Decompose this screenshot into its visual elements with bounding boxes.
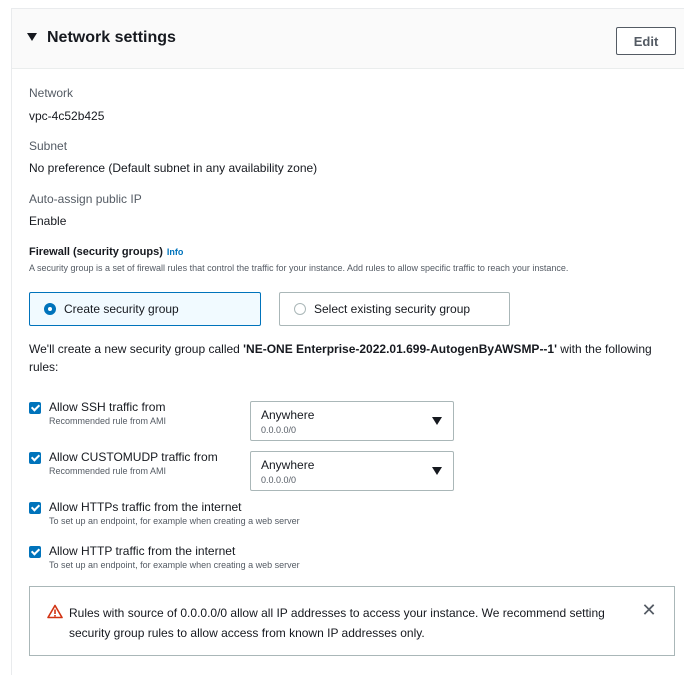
ssh-source-select[interactable]: Anywhere 0.0.0.0/0 (250, 401, 454, 441)
rule-label: Allow HTTPs traffic from the internet (49, 500, 242, 514)
firewall-title: Firewall (security groups) (29, 246, 163, 258)
security-group-name: 'NE-ONE Enterprise-2022.01.699-AutogenBy… (243, 342, 557, 356)
caret-down-icon[interactable] (27, 33, 37, 41)
select-value: Anywhere (261, 458, 315, 472)
create-text-prefix: We'll create a new security group called (29, 342, 244, 356)
warning-icon (47, 604, 63, 624)
https-checkbox[interactable] (29, 502, 41, 514)
alert-text: Rules with source of 0.0.0.0/0 allow all… (69, 606, 605, 640)
close-icon[interactable]: ✕ (640, 601, 658, 619)
security-group-create-text: We'll create a new security group called… (29, 340, 669, 376)
radio-unselected[interactable] (294, 303, 306, 315)
create-security-group-option[interactable]: Create security group (29, 292, 261, 326)
network-settings-panel: Network settings Edit Network vpc-4c52b4… (11, 8, 684, 675)
firewall-heading: Firewall (security groups) Info (29, 246, 183, 258)
subnet-value: No preference (Default subnet in any ava… (29, 161, 318, 175)
panel-header[interactable]: Network settings Edit (12, 9, 684, 69)
create-security-group-label: Create security group (64, 302, 179, 316)
caret-down-icon (432, 467, 442, 475)
rule-label: Allow HTTP traffic from the internet (49, 544, 236, 558)
rule-label: Allow CUSTOMUDP traffic from (49, 450, 218, 464)
select-cidr: 0.0.0.0/0 (261, 425, 297, 435)
select-value: Anywhere (261, 408, 315, 422)
rule-description: Recommended rule from AMI (49, 466, 167, 476)
edit-button[interactable]: Edit (616, 27, 676, 55)
rule-description: Recommended rule from AMI (49, 416, 167, 426)
rule-label: Allow SSH traffic from (49, 400, 166, 414)
network-value: vpc-4c52b425 (29, 109, 105, 123)
subnet-label: Subnet (29, 139, 68, 153)
select-existing-security-group-label: Select existing security group (314, 302, 471, 316)
radio-selected[interactable] (44, 303, 56, 315)
http-checkbox[interactable] (29, 546, 41, 558)
select-cidr: 0.0.0.0/0 (261, 475, 297, 485)
ssh-checkbox[interactable] (29, 402, 41, 414)
auto-assign-ip-label: Auto-assign public IP (29, 192, 142, 206)
customudp-checkbox[interactable] (29, 452, 41, 464)
select-existing-security-group-option[interactable]: Select existing security group (279, 292, 510, 326)
rule-description: To set up an endpoint, for example when … (49, 560, 300, 570)
rule-description: To set up an endpoint, for example when … (49, 516, 300, 526)
customudp-source-select[interactable]: Anywhere 0.0.0.0/0 (250, 451, 454, 491)
caret-down-icon (432, 417, 442, 425)
firewall-description: A security group is a set of firewall ru… (29, 263, 569, 273)
network-label: Network (29, 86, 74, 100)
auto-assign-ip-value: Enable (29, 214, 67, 228)
warning-alert: Rules with source of 0.0.0.0/0 allow all… (29, 586, 675, 656)
panel-title: Network settings (47, 29, 176, 46)
info-link[interactable]: Info (167, 247, 184, 257)
